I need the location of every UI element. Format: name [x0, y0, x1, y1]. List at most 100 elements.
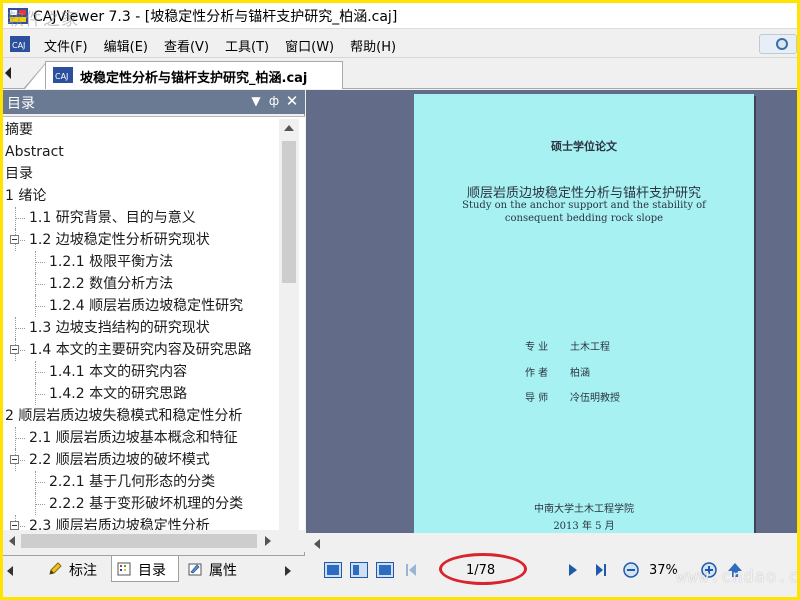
- tab-annotations[interactable]: 标注: [43, 556, 109, 582]
- tree-connector: [35, 482, 45, 483]
- tab-toc-label: 目录: [138, 563, 166, 579]
- document-tab-bar: CAJ 坡稳定性分析与锚杆支护研究_柏涵.caj: [3, 59, 797, 89]
- tab-properties[interactable]: 属性: [183, 556, 253, 582]
- toc-item-label: 2.2.2 基于变形破坏机理的分类: [49, 496, 244, 512]
- toc-item-label: 1.4 本文的主要研究内容及研究思路: [29, 342, 252, 358]
- toc-item[interactable]: 1.2 边坡稳定性分析研究现状: [3, 229, 279, 251]
- window-title: CAJViewer 7.3 - [坡稳定性分析与锚杆支护研究_柏涵.caj]: [33, 9, 398, 25]
- menu-file[interactable]: 文件(F): [38, 36, 94, 55]
- menu-edit[interactable]: 编辑(E): [98, 36, 154, 55]
- menu-help[interactable]: 帮助(H): [344, 36, 402, 55]
- toc-icon: [117, 562, 131, 576]
- tab-scroll-left-icon[interactable]: [7, 566, 13, 576]
- tab-edge-inner: [25, 62, 47, 89]
- collapse-toggle-icon[interactable]: [10, 235, 19, 244]
- zoom-out-icon[interactable]: [622, 561, 640, 579]
- toc-panel: 目录 ▼ ф ✕ 摘要 Abstract 目录 1 绪论 1.1 研究背景、目的与意义 1…: [3, 90, 305, 597]
- toc-item[interactable]: 摘要: [3, 119, 279, 141]
- collapse-toggle-icon[interactable]: [10, 521, 19, 530]
- institution: 中南大学土木工程学院: [534, 504, 634, 515]
- tree-connector: [35, 372, 45, 373]
- thesis-title-cn: 顺层岩质边坡稳定性分析与锚杆支护研究: [466, 186, 701, 201]
- panel-menu-dropdown-icon[interactable]: ▼: [249, 94, 263, 108]
- toc-item[interactable]: 1.2.4 顺层岩质边坡稳定性研究: [3, 295, 279, 317]
- toc-panel-title: 目录: [7, 96, 35, 112]
- tab-document-label: 坡稳定性分析与锚杆支护研究_柏涵.caj: [80, 71, 308, 86]
- toc-item[interactable]: 1.2.2 数值分析方法: [3, 273, 279, 295]
- toc-item[interactable]: 1.4.2 本文的研究思路: [3, 383, 279, 405]
- zoom-level[interactable]: 37%: [649, 563, 678, 578]
- scroll-left-icon[interactable]: [9, 536, 15, 546]
- scroll-thumb[interactable]: [21, 534, 257, 548]
- pin-icon[interactable]: ф: [267, 94, 281, 108]
- tab-properties-label: 属性: [209, 563, 237, 579]
- toc-item-label: 1.1 研究背景、目的与意义: [29, 210, 196, 226]
- toc-item[interactable]: 1 绪论: [3, 185, 279, 207]
- tab-document[interactable]: CAJ 坡稳定性分析与锚杆支护研究_柏涵.caj: [45, 61, 343, 89]
- tab-scroll-left-icon[interactable]: [5, 67, 11, 79]
- toc-item[interactable]: 目录: [3, 163, 279, 185]
- toc-item[interactable]: 2.2.2 基于变形破坏机理的分类: [3, 493, 279, 515]
- tab-annotations-label: 标注: [69, 563, 97, 579]
- toggle-toolbar-button[interactable]: [759, 34, 797, 54]
- toc-item[interactable]: 2 顺层岩质边坡失稳模式和稳定性分析: [3, 405, 279, 427]
- thesis-title-en-line2: consequent bedding rock slope: [504, 213, 664, 224]
- toc-item[interactable]: 2.2.1 基于几何形态的分类: [3, 471, 279, 493]
- toc-item[interactable]: 2.1 顺层岩质边坡基本概念和特征: [3, 427, 279, 449]
- toc-item[interactable]: 1.1 研究背景、目的与意义: [3, 207, 279, 229]
- toc-item-label: 1.4.1 本文的研究内容: [49, 364, 188, 380]
- collapse-toggle-icon[interactable]: [10, 455, 19, 464]
- circle-icon: [776, 38, 788, 50]
- field-value-advisor: 冷伍明教授: [570, 393, 620, 404]
- menu-items: 文件(F) 编辑(E) 查看(V) 工具(T) 窗口(W) 帮助(H): [38, 36, 406, 55]
- last-page-icon[interactable]: [592, 561, 610, 579]
- toc-item[interactable]: 1.3 边坡支挡结构的研究现状: [3, 317, 279, 339]
- degree-type: 硕士学位论文: [551, 140, 617, 153]
- scroll-left-icon[interactable]: [314, 539, 320, 549]
- single-page-view-button[interactable]: [324, 562, 342, 578]
- toc-item[interactable]: Abstract: [3, 141, 279, 163]
- toc-vertical-scrollbar[interactable]: [279, 119, 299, 549]
- facing-view-button[interactable]: [376, 562, 394, 578]
- toc-item-label: 1.2.2 数值分析方法: [49, 276, 174, 292]
- scroll-right-icon[interactable]: [265, 536, 271, 546]
- collapse-toggle-icon[interactable]: [10, 345, 19, 354]
- document-menu-icon[interactable]: CAJ: [9, 34, 31, 54]
- thesis-date: 2013 年 5 月: [553, 521, 615, 532]
- toc-horizontal-scrollbar[interactable]: [3, 530, 305, 552]
- scroll-up-icon[interactable]: [284, 125, 294, 131]
- toc-item[interactable]: 1.4 本文的主要研究内容及研究思路: [3, 339, 279, 361]
- svg-text:CAJ: CAJ: [12, 41, 25, 50]
- tab-toc[interactable]: 目录: [111, 556, 179, 582]
- continuous-view-button[interactable]: [350, 562, 368, 578]
- toc-item[interactable]: 1.2.1 极限平衡方法: [3, 251, 279, 273]
- toc-item[interactable]: 2.2 顺层岩质边坡的破坏模式: [3, 449, 279, 471]
- tab-scroll-right-icon[interactable]: [285, 566, 291, 576]
- toc-panel-header: 目录 ▼ ф ✕: [3, 90, 305, 114]
- menu-window[interactable]: 窗口(W): [279, 36, 340, 55]
- document-horizontal-scrollbar[interactable]: [306, 533, 797, 555]
- menu-view[interactable]: 查看(V): [158, 36, 215, 55]
- toc-item-label: 目录: [5, 166, 33, 182]
- page-view-icon: [353, 565, 359, 575]
- toc-item-label: Abstract: [5, 144, 64, 160]
- next-page-icon[interactable]: [564, 561, 582, 579]
- navigation-bar: 1/78 37% www.cndao.com: [306, 553, 797, 587]
- svg-text:CAJ: CAJ: [55, 72, 68, 81]
- toc-item-label: 摘要: [5, 122, 33, 138]
- first-page-icon[interactable]: [402, 561, 420, 579]
- thesis-title-en-line1: Study on the anchor support and the stab…: [462, 200, 706, 211]
- page-view-icon: [327, 565, 339, 575]
- close-icon[interactable]: ✕: [285, 94, 299, 109]
- tree-connector: [35, 394, 45, 395]
- toc-item[interactable]: 1.4.1 本文的研究内容: [3, 361, 279, 383]
- toc-list: 摘要 Abstract 目录 1 绪论 1.1 研究背景、目的与意义 1.2 边坡稳定性分…: [3, 119, 279, 537]
- panel-tabs: 标注 目录 属性: [3, 555, 305, 585]
- toc-item-label: 2.1 顺层岩质边坡基本概念和特征: [29, 430, 238, 446]
- watermark-text: 软件之家: [7, 10, 79, 30]
- tree-connector: [15, 438, 25, 439]
- scroll-thumb[interactable]: [282, 141, 296, 283]
- tree-connector: [35, 306, 45, 307]
- menu-tools[interactable]: 工具(T): [219, 36, 275, 55]
- document-view[interactable]: 硕士学位论文 顺层岩质边坡稳定性分析与锚杆支护研究 Study on the a…: [306, 90, 797, 533]
